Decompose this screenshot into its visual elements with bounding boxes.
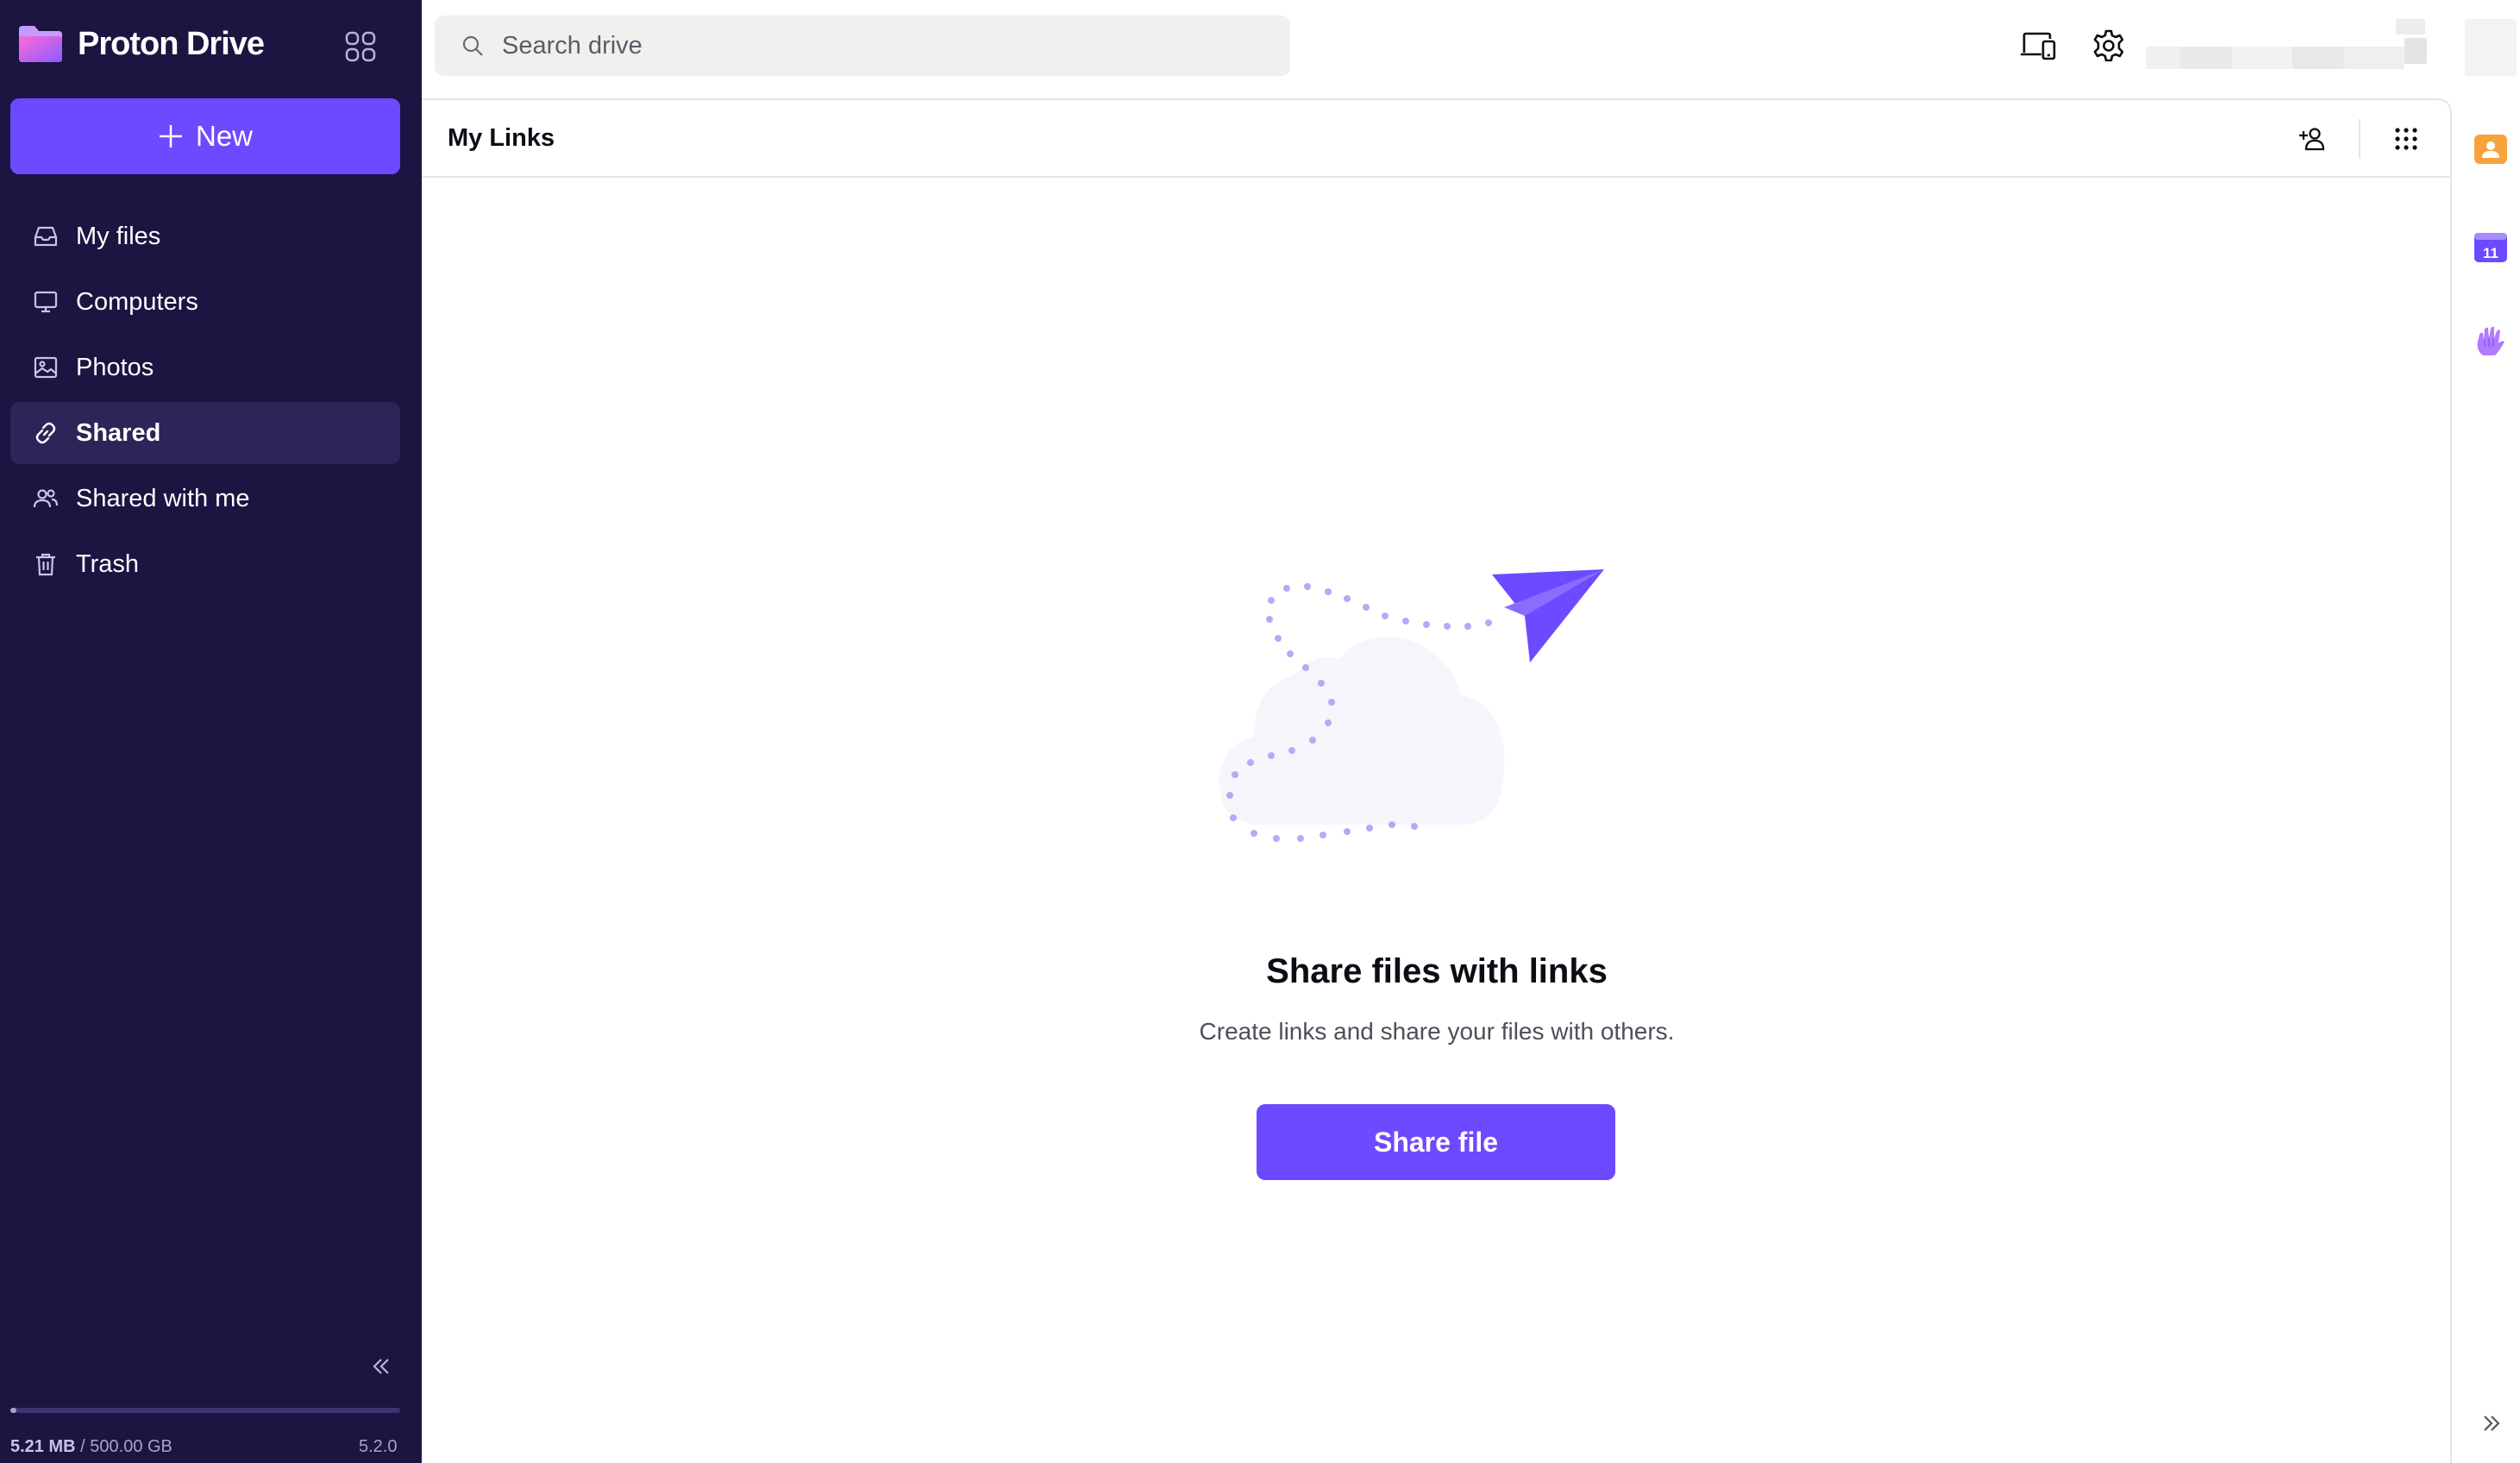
right-rail: 11 bbox=[2452, 0, 2520, 1463]
sidebar-item-label: Shared bbox=[76, 418, 161, 447]
sidebar-item-label: My files bbox=[76, 222, 161, 250]
storage-used: 5.21 MB bbox=[10, 1437, 76, 1456]
app-logo[interactable]: Proton Drive bbox=[16, 22, 265, 66]
collapse-sidebar-button[interactable] bbox=[364, 1349, 398, 1384]
add-user-icon bbox=[2299, 128, 2325, 151]
app-switcher-button[interactable] bbox=[342, 28, 379, 66]
account-menu-button[interactable] bbox=[2146, 19, 2517, 76]
calendar-day-number: 11 bbox=[2483, 245, 2498, 261]
gear-icon bbox=[2093, 29, 2124, 62]
inbox-icon bbox=[33, 223, 59, 249]
sidebar-nav: My files Computers Photos Shared Shared … bbox=[10, 205, 400, 599]
dots-grid-icon bbox=[2395, 128, 2417, 150]
link-icon bbox=[33, 420, 59, 446]
proton-drive-logo-icon bbox=[19, 26, 62, 62]
storage-usage-text: 5.21 MB / 500.00 GB bbox=[10, 1437, 172, 1457]
chevrons-right-icon bbox=[2484, 1416, 2500, 1431]
image-icon bbox=[33, 355, 59, 380]
grid-icon bbox=[345, 31, 376, 62]
main-header: My Links bbox=[422, 100, 2450, 178]
sidebar-item-photos[interactable]: Photos bbox=[10, 336, 400, 399]
storage-progress-fill bbox=[10, 1408, 16, 1413]
storage-total: 500.00 GB bbox=[90, 1437, 172, 1456]
sidebar-item-label: Trash bbox=[76, 549, 140, 578]
sidebar: Proton Drive New My files Computers Phot… bbox=[0, 0, 422, 1463]
empty-state-title: Share files with links bbox=[1266, 952, 1608, 990]
sidebar-item-label: Photos bbox=[76, 353, 154, 381]
app-name: Proton Drive bbox=[78, 25, 265, 62]
layout-toggle-button[interactable] bbox=[2385, 117, 2428, 160]
chevrons-left-icon bbox=[373, 1359, 389, 1374]
page-title: My Links bbox=[448, 124, 555, 152]
devices-button[interactable] bbox=[2016, 24, 2059, 67]
sidebar-item-shared[interactable]: Shared bbox=[10, 402, 400, 464]
plus-icon bbox=[159, 125, 182, 148]
calendar-app-button[interactable]: 11 bbox=[2473, 229, 2509, 266]
new-button-label: New bbox=[195, 120, 254, 152]
contacts-app-button[interactable] bbox=[2473, 131, 2509, 167]
expand-rail-button[interactable] bbox=[2474, 1406, 2509, 1441]
users-icon bbox=[33, 486, 59, 512]
sidebar-item-trash[interactable]: Trash bbox=[10, 533, 400, 595]
share-links-illustration bbox=[1219, 569, 1604, 842]
share-file-button[interactable]: Share file bbox=[1257, 1104, 1615, 1180]
calendar-icon: 11 bbox=[2474, 233, 2507, 262]
contacts-icon bbox=[2474, 135, 2507, 164]
sidebar-item-label: Computers bbox=[76, 287, 198, 316]
waving-hand-icon bbox=[2477, 326, 2504, 355]
wave-app-button[interactable] bbox=[2473, 324, 2509, 361]
sidebar-item-shared-with-me[interactable]: Shared with me bbox=[10, 468, 400, 530]
header-divider bbox=[2359, 119, 2360, 159]
storage-separator: / bbox=[75, 1437, 91, 1456]
sidebar-item-my-files[interactable]: My files bbox=[10, 205, 400, 267]
trash-icon bbox=[33, 551, 59, 577]
sidebar-item-computers[interactable]: Computers bbox=[10, 271, 400, 333]
main-panel: My Links Share files with links Create l… bbox=[422, 98, 2452, 1463]
new-button[interactable]: New bbox=[10, 98, 400, 174]
empty-state-subtitle: Create links and share your files with o… bbox=[1199, 1018, 1675, 1045]
storage-progress-bar bbox=[10, 1408, 400, 1413]
search-icon bbox=[462, 35, 483, 56]
share-with-user-button[interactable] bbox=[2291, 117, 2335, 160]
search-bar[interactable] bbox=[435, 16, 1290, 76]
settings-button[interactable] bbox=[2087, 24, 2130, 67]
app-version: 5.2.0 bbox=[359, 1437, 398, 1456]
monitor-icon bbox=[33, 289, 59, 315]
sidebar-item-label: Shared with me bbox=[76, 484, 250, 512]
devices-icon bbox=[2021, 32, 2056, 60]
search-input[interactable] bbox=[502, 31, 1278, 60]
